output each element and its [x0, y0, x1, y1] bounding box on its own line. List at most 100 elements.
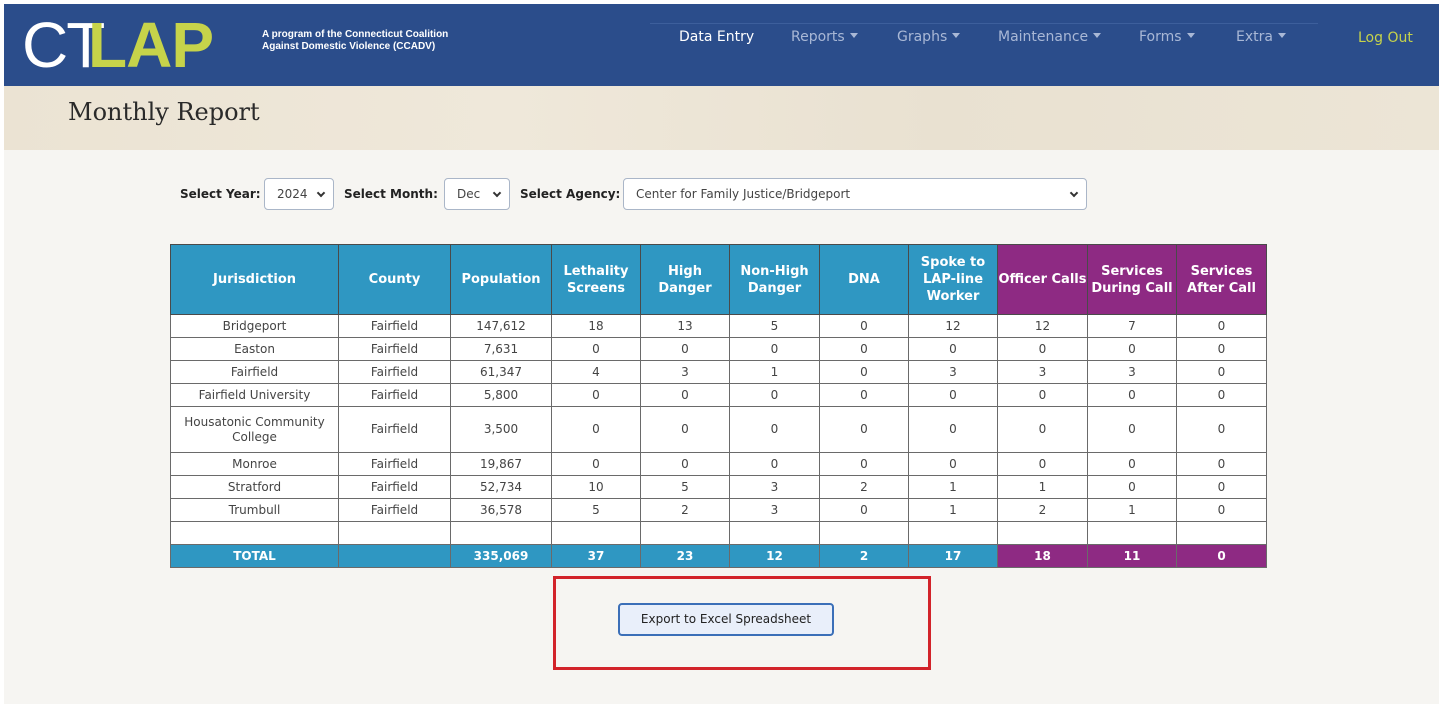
table-total-row: TOTAL 335,069 37 23 12 2 17 18 11 0: [170, 544, 1267, 568]
cell-high-danger: 0: [640, 406, 730, 453]
nav-divider: [650, 23, 1318, 24]
total-officer-calls: 18: [997, 544, 1088, 568]
nav-item-label: Forms: [1139, 29, 1182, 45]
nav-item-maintenance[interactable]: Maintenance: [998, 29, 1102, 45]
col-header-officer-calls: Officer Calls: [997, 244, 1088, 315]
export-excel-button[interactable]: Export to Excel Spreadsheet: [618, 603, 834, 636]
cell-dna: 0: [819, 498, 909, 522]
cell-non-high-danger: 3: [729, 475, 820, 499]
cell-county: Fairfield: [338, 498, 451, 522]
total-spoke: 17: [908, 544, 998, 568]
cell-population: 36,578: [450, 498, 552, 522]
year-value: 2024: [277, 187, 308, 201]
cell-high-danger: 5: [640, 475, 730, 499]
cell-lethality: 0: [551, 452, 641, 476]
cell-jurisdiction: Fairfield: [170, 360, 339, 384]
nav-item-forms[interactable]: Forms: [1139, 29, 1195, 45]
cell-services-after: 0: [1176, 406, 1267, 453]
cell-jurisdiction: Fairfield University: [170, 383, 339, 407]
cell-non-high-danger: 0: [729, 383, 820, 407]
cell-services-during: 3: [1087, 360, 1177, 384]
nav-item-graphs[interactable]: Graphs: [897, 29, 961, 45]
total-label: TOTAL: [170, 544, 339, 568]
month-select[interactable]: Dec: [444, 178, 510, 210]
nav-item-reports[interactable]: Reports: [791, 29, 858, 45]
table-row: Monroe Fairfield 19,867 0 0 0 0 0 0 0 0: [170, 452, 1267, 476]
table-row: Stratford Fairfield 52,734 10 5 3 2 1 1 …: [170, 475, 1267, 499]
cell-spoke: 0: [908, 406, 998, 453]
cell-spoke: 3: [908, 360, 998, 384]
cell-non-high-danger: 3: [729, 498, 820, 522]
cell-high-danger: 2: [640, 498, 730, 522]
table-row: Trumbull Fairfield 36,578 5 2 3 0 1 2 1 …: [170, 498, 1267, 522]
cell-services-after: 0: [1176, 452, 1267, 476]
cell-services-after: 0: [1176, 314, 1267, 338]
empty-cell: [338, 521, 451, 545]
cell-county: Fairfield: [338, 360, 451, 384]
col-header-jurisdiction: Jurisdiction: [170, 244, 339, 315]
table-header-row: Jurisdiction County Population Lethality…: [170, 244, 1267, 315]
cell-jurisdiction: Bridgeport: [170, 314, 339, 338]
cell-dna: 0: [819, 314, 909, 338]
cell-officer-calls: 0: [997, 383, 1088, 407]
col-header-population: Population: [450, 244, 552, 315]
chevron-down-icon: [492, 188, 502, 198]
cell-spoke: 0: [908, 383, 998, 407]
year-select[interactable]: 2024: [264, 178, 334, 210]
nav-item-label: Data Entry: [679, 29, 755, 45]
table-row: Bridgeport Fairfield 147,612 18 13 5 0 1…: [170, 314, 1267, 338]
caret-down-icon: [1277, 32, 1286, 38]
logout-link[interactable]: Log Out: [1358, 30, 1413, 46]
cell-high-danger: 0: [640, 337, 730, 361]
cell-dna: 0: [819, 383, 909, 407]
col-header-non-high-danger: Non-High Danger: [729, 244, 820, 315]
nav-item-label: Maintenance: [998, 29, 1089, 45]
nav-item-extra[interactable]: Extra: [1236, 29, 1286, 45]
total-dna: 2: [819, 544, 909, 568]
total-non-high-danger: 12: [729, 544, 820, 568]
cell-population: 19,867: [450, 452, 552, 476]
caret-down-icon: [1093, 32, 1102, 38]
cell-county: Fairfield: [338, 475, 451, 499]
nav-item-label: Reports: [791, 29, 845, 45]
cell-services-during: 0: [1087, 452, 1177, 476]
cell-services-after: 0: [1176, 383, 1267, 407]
col-header-high-danger: High Danger: [640, 244, 730, 315]
agency-value: Center for Family Justice/Bridgeport: [636, 187, 851, 201]
cell-high-danger: 13: [640, 314, 730, 338]
empty-cell: [1176, 521, 1267, 545]
cell-officer-calls: 0: [997, 452, 1088, 476]
table-row: Easton Fairfield 7,631 0 0 0 0 0 0 0 0: [170, 337, 1267, 361]
cell-high-danger: 0: [640, 383, 730, 407]
cell-lethality: 0: [551, 383, 641, 407]
caret-down-icon: [1186, 32, 1195, 38]
cell-services-during: 0: [1087, 383, 1177, 407]
cell-lethality: 4: [551, 360, 641, 384]
cell-non-high-danger: 1: [729, 360, 820, 384]
table-row: Housatonic Community College Fairfield 3…: [170, 406, 1267, 453]
cell-dna: 2: [819, 475, 909, 499]
total-county: [338, 544, 451, 568]
cell-population: 61,347: [450, 360, 552, 384]
cell-population: 7,631: [450, 337, 552, 361]
empty-cell: [819, 521, 909, 545]
cell-county: Fairfield: [338, 406, 451, 453]
caret-down-icon: [952, 32, 961, 38]
cell-dna: 0: [819, 360, 909, 384]
col-header-spoke-to-lap-line: Spoke to LAP-line Worker: [908, 244, 998, 315]
agency-select[interactable]: Center for Family Justice/Bridgeport: [623, 178, 1087, 210]
cell-spoke: 0: [908, 337, 998, 361]
cell-lethality: 10: [551, 475, 641, 499]
table-row: Fairfield University Fairfield 5,800 0 0…: [170, 383, 1267, 407]
caret-down-icon: [849, 32, 858, 38]
cell-non-high-danger: 0: [729, 452, 820, 476]
cell-spoke: 12: [908, 314, 998, 338]
cell-jurisdiction: Trumbull: [170, 498, 339, 522]
cell-officer-calls: 1: [997, 475, 1088, 499]
cell-lethality: 0: [551, 406, 641, 453]
brand-tagline: A program of the Connecticut Coalition A…: [262, 29, 462, 53]
nav-item-data-entry[interactable]: Data Entry: [679, 29, 754, 45]
top-navbar: CT LAP A program of the Connecticut Coal…: [4, 4, 1439, 86]
cell-services-after: 0: [1176, 360, 1267, 384]
cell-officer-calls: 12: [997, 314, 1088, 338]
